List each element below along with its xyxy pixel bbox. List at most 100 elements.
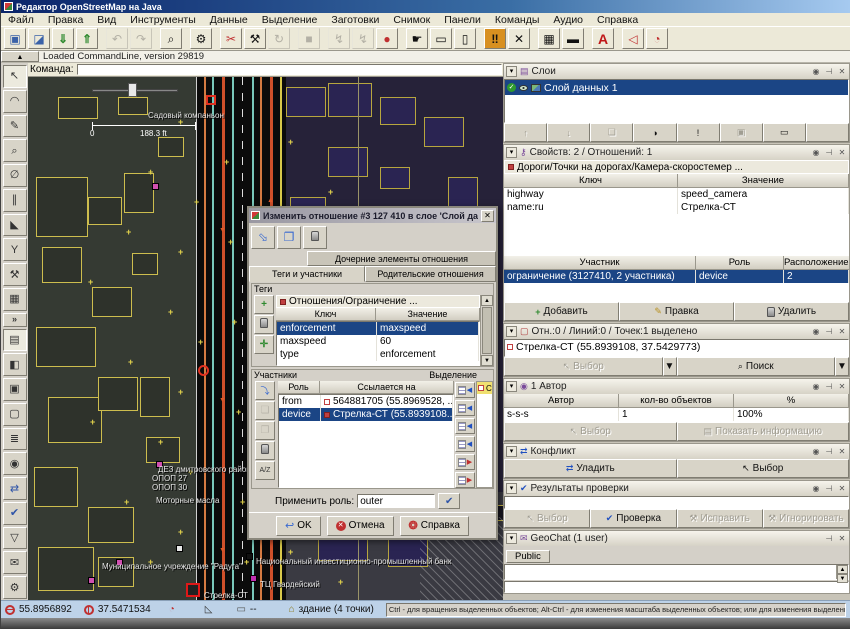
layer-new-icon[interactable]: ▭ <box>763 123 806 142</box>
command-input[interactable] <box>77 64 502 75</box>
layers-collapse-button[interactable]: ▾ <box>506 66 517 77</box>
close-icon[interactable]: ✕ <box>837 447 847 456</box>
upload-icon[interactable]: ⇑ <box>76 28 98 49</box>
column-key[interactable]: Ключ <box>504 174 678 188</box>
add-selected-above-button[interactable]: ◀ <box>455 400 475 416</box>
add-tag-button[interactable]: + <box>254 295 274 314</box>
scroll-up-button[interactable]: ▲ <box>481 295 493 306</box>
layer-visible-icon[interactable] <box>519 85 528 91</box>
relations-toggle-button[interactable]: ▣ <box>3 378 27 401</box>
layer-delete-icon[interactable] <box>806 123 849 142</box>
layers-toggle-button[interactable]: ▤ <box>3 329 27 352</box>
menu-imagery[interactable]: Снимок <box>386 14 437 26</box>
layer-opacity-icon[interactable]: ◑ <box>633 123 676 142</box>
building-tool-button[interactable]: ▦ <box>3 288 27 311</box>
tab-tags-members[interactable]: Теги и участники <box>249 266 365 282</box>
car-icon[interactable]: ▭ <box>430 28 452 49</box>
help-button[interactable]: ❂Справка <box>400 516 469 536</box>
menu-commands[interactable]: Команды <box>488 14 547 26</box>
current-selection-list[interactable]: С <box>476 381 493 488</box>
merge-tool-button[interactable]: Y <box>3 238 27 261</box>
flash-one-icon[interactable]: ↯ <box>328 28 350 49</box>
selection-select-button[interactable]: ↖Выбор <box>504 357 663 376</box>
select-members-button[interactable]: ▶ <box>455 454 475 470</box>
conflict-select-button[interactable]: ↖Выбор <box>677 459 850 478</box>
selection-search-button[interactable]: ⌕Поиск <box>677 357 836 376</box>
authors-toggle-button[interactable]: ◉ <box>3 452 27 475</box>
dialog-member-row[interactable]: device Стрелка-СТ (55.8939108... <box>279 408 453 421</box>
new-layer-icon[interactable]: ▣ <box>4 28 26 49</box>
authors-info-button[interactable]: ▤Показать информацию <box>677 422 850 441</box>
preset-banner[interactable]: Дороги/Точки на дорогах/Камера-скоростем… <box>504 160 849 174</box>
sticky-icon[interactable]: ◉ <box>811 447 821 456</box>
geochat-input[interactable] <box>504 581 849 593</box>
dialog-tag-row[interactable]: type enforcement <box>277 348 479 361</box>
validator-collapse-button[interactable]: ▾ <box>506 483 517 494</box>
bus-icon[interactable]: ▯ <box>454 28 476 49</box>
settings-button[interactable]: ⚙ <box>3 576 27 599</box>
cancel-button[interactable]: ✕Отмена <box>327 516 394 536</box>
sort-members-button[interactable]: A/Z <box>255 461 275 480</box>
apply-role-button[interactable]: ✔ <box>438 493 460 509</box>
menu-tools[interactable]: Инструменты <box>123 14 202 26</box>
combine-way-icon[interactable]: ⚒ <box>244 28 266 49</box>
zoom-selection-icon[interactable]: ⌕ <box>160 28 182 49</box>
authors-collapse-button[interactable]: ▾ <box>506 381 517 392</box>
tags-scrollbar[interactable]: ▲ ▼ <box>480 295 493 366</box>
add-tag-button[interactable]: +Добавить <box>504 302 619 321</box>
sticky-icon[interactable]: ◉ <box>811 67 821 76</box>
selection-collapse-button[interactable]: ▾ <box>506 326 517 337</box>
column-percent[interactable]: % <box>734 394 849 408</box>
copy-member-button[interactable]: ❏ <box>255 401 275 420</box>
menu-edit[interactable]: Правка <box>41 14 90 26</box>
split-way-icon[interactable]: ✂ <box>220 28 242 49</box>
delete-relation-button[interactable] <box>303 226 327 249</box>
close-icon[interactable]: ✕ <box>837 484 847 493</box>
placeholder-icon[interactable]: ■ <box>298 28 320 49</box>
layer-up-icon[interactable]: ↑ <box>504 123 547 142</box>
dock-icon[interactable]: ⊣ <box>824 67 834 76</box>
remove-member-button[interactable] <box>255 441 275 460</box>
add-selected-below-button[interactable]: ◀ <box>455 418 475 434</box>
selection-select-dropdown[interactable]: ▼ <box>663 357 677 376</box>
dock-icon[interactable]: ⊣ <box>824 327 834 336</box>
ok-button[interactable]: ↩OK <box>276 516 321 536</box>
toolbar-collapse-button[interactable]: ▲ <box>1 51 39 62</box>
download-members-button[interactable]: ⤵ <box>255 381 275 400</box>
dock-icon[interactable]: ⊣ <box>824 534 834 543</box>
conflict-collapse-button[interactable]: ▾ <box>506 446 517 457</box>
dialog-close-button[interactable]: ✕ <box>481 210 494 222</box>
validator-select-button[interactable]: ↖Выбор <box>504 509 590 528</box>
sticky-icon[interactable]: ◉ <box>811 148 821 157</box>
add-selected-at-start-button[interactable]: ◀ <box>455 382 475 398</box>
zoom-slider-knob[interactable] <box>128 83 137 97</box>
properties-collapse-button[interactable]: ▾ <box>506 147 517 158</box>
dock-icon[interactable]: ⊣ <box>824 382 834 391</box>
remove-selected-members-button[interactable]: ▶ <box>455 472 475 488</box>
layer-merge-icon[interactable]: ▣ <box>720 123 763 142</box>
dialog-member-row[interactable]: from 564881705 (55.8969528, ... <box>279 395 453 408</box>
geochat-public-tab[interactable]: Public <box>506 550 550 563</box>
column-value[interactable]: Значение <box>376 308 480 321</box>
train-icon[interactable]: ▬ <box>562 28 584 49</box>
selected-node-marker[interactable] <box>186 583 200 597</box>
delete-tool-button[interactable]: ∅ <box>3 164 27 187</box>
select-tool-button[interactable]: ↖ <box>3 65 27 88</box>
close-icon[interactable]: ✕ <box>837 67 847 76</box>
validator-results-list[interactable] <box>504 496 849 509</box>
paste-tags-button[interactable]: ✛ <box>254 335 274 354</box>
menu-help[interactable]: Справка <box>590 14 645 26</box>
apply-and-new-button[interactable]: ❐ <box>277 226 301 249</box>
pan-icon[interactable]: ☛ <box>406 28 428 49</box>
warning-icon[interactable]: ‼ <box>484 28 506 49</box>
column-count[interactable]: кол-во объектов <box>619 394 734 408</box>
current-selection-item[interactable]: С <box>477 382 492 394</box>
accuracy-tool-button[interactable]: ◣ <box>3 214 27 237</box>
dock-icon[interactable]: ⊣ <box>824 447 834 456</box>
dock-icon[interactable]: ⊣ <box>824 484 834 493</box>
apply-changes-button[interactable]: ⬂ <box>251 226 275 249</box>
menu-file[interactable]: Файл <box>1 14 41 26</box>
sticky-icon[interactable]: ◉ <box>811 484 821 493</box>
tram-icon[interactable]: ▦ <box>538 28 560 49</box>
menu-data[interactable]: Данные <box>203 14 255 26</box>
